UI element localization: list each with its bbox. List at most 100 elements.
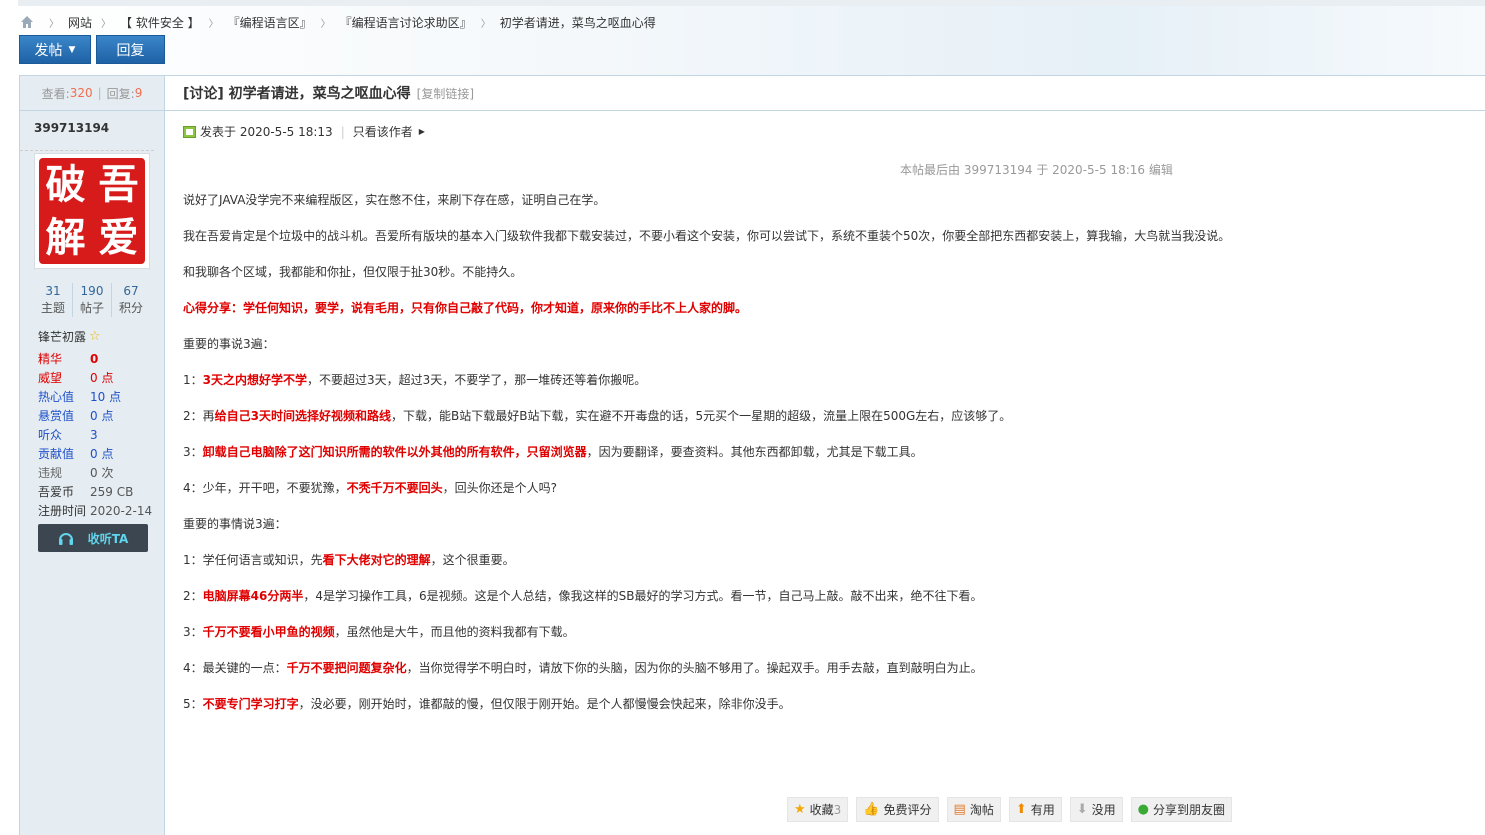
caret-down-icon: ▼: [68, 44, 76, 55]
follow-button[interactable]: 收听TA: [38, 524, 148, 552]
breadcrumb-item-discussion[interactable]: 『编程语言讨论求助区』: [340, 14, 472, 31]
favorite-button[interactable]: ★ 收藏 3: [787, 797, 849, 822]
breadcrumb-item-software-security[interactable]: 【 软件安全 】: [120, 14, 200, 31]
count-label: 帖子: [79, 301, 104, 315]
post-paragraph: 心得分享：学任何知识，要学，说有毛用，只有你自己敲了代码，你才知道，原来你的手比…: [183, 297, 1473, 333]
useful-button[interactable]: ⬆ 有用: [1008, 797, 1062, 822]
useless-button[interactable]: ⬇ 没用: [1069, 797, 1123, 822]
breadcrumb-item-current: 初学者请进，菜鸟之呕血心得: [499, 15, 656, 30]
copy-link-button[interactable]: [复制链接]: [417, 85, 474, 102]
post-paragraph: 5：不要专门学习打字，没必要，刚开始时，谁都敲的慢，但仅限于刚开始。是个人都慢慢…: [183, 693, 1473, 729]
edited-note: 本帖最后由 399713194 于 2020-5-5 18:16 编辑: [900, 163, 1173, 177]
post-paragraph: 4：少年，开干吧，不要犹豫，不秃千万不要回头，回头你还是个人吗?: [183, 477, 1473, 513]
breadcrumb-separator-icon: 〉: [49, 18, 59, 30]
post-text: 重要的事说3遍：: [183, 337, 275, 351]
post-text: 5：: [183, 697, 203, 711]
post-paragraph: 3：卸载自己电脑除了这门知识所需的软件以外其他的所有软件，只留浏览器，因为要翻译…: [183, 441, 1473, 477]
tao-button[interactable]: ▤ 淘帖: [946, 797, 1001, 822]
post-paragraph: 1：学任何语言或知识，先看下大佬对它的理解，这个很重要。: [183, 549, 1473, 585]
property-key: 违规: [38, 466, 63, 480]
user-property-row: 注册时间 2020-2-14: [38, 501, 152, 520]
only-author-link[interactable]: 只看该作者: [353, 123, 413, 140]
highlight-text: 3天之内想好学不学: [202, 373, 307, 387]
post-content: [讨论] 初学者请进，菜鸟之呕血心得 [复制链接] 发表于 2020-5-5 1…: [165, 75, 1485, 835]
post-paragraph: 说好了JAVA没学完不来编程版区，实在憋不住，来刷下存在感，证明自己在学。: [183, 189, 1473, 225]
count-label: 积分: [118, 301, 143, 315]
home-icon[interactable]: [20, 15, 34, 29]
user-property-row: 贡献值 0 点: [38, 444, 152, 463]
reply-label: 回复: [116, 42, 145, 59]
avatar-char: 破: [45, 160, 86, 208]
property-value: 259 CB: [90, 484, 134, 499]
post-paragraph: 2：电脑屏幕46分两半，4是学习操作工具，6是视频。这是个人总结，像我这样的SB…: [183, 585, 1473, 621]
property-value: 0 点: [90, 447, 114, 461]
author-username[interactable]: 399713194: [20, 111, 154, 151]
avatar-char: 吾: [98, 160, 139, 208]
highlight-text: 看下大佬对它的理解: [322, 553, 431, 567]
author-counts: 31 主题 190 帖子 67 积分: [34, 283, 150, 317]
count-value: 190: [80, 284, 104, 298]
share-label: 分享到朋友圈: [1153, 803, 1226, 817]
posted-time: 发表于 2020-5-5 18:13: [200, 125, 333, 139]
post-text: 1：学任何语言或知识，先: [183, 553, 323, 567]
tao-label: 淘帖: [969, 803, 994, 817]
rank-label: 锋芒初露: [38, 330, 87, 344]
post-text: 1：: [183, 373, 203, 387]
post-text: ，不要超过3天，超过3天，不要学了，那一堆砖还等着你搬呢。: [307, 373, 647, 387]
count-posts[interactable]: 190 帖子: [73, 283, 112, 317]
rate-button[interactable]: 👍 免费评分: [856, 797, 939, 822]
count-points[interactable]: 67 积分: [112, 283, 150, 317]
useless-label: 没用: [1091, 803, 1116, 817]
property-key: 热心值: [38, 390, 75, 404]
breadcrumb-item-site[interactable]: 网站: [68, 14, 92, 31]
highlight-text: 不秃千万不要回头: [346, 481, 443, 495]
post-text: 重要的事情说3遍：: [183, 517, 287, 531]
highlight-text: 千万不要看小甲鱼的视频: [202, 625, 335, 639]
useful-label: 有用: [1030, 803, 1055, 817]
post-text: ，回头你还是个人吗?: [442, 481, 558, 495]
rate-label: 免费评分: [883, 803, 932, 817]
post-paragraph: 和我聊各个区域，我都能和你扯，但仅限于扯30秒。不能持久。: [183, 261, 1473, 297]
reply-button[interactable]: 回复: [96, 35, 165, 64]
breadcrumb-separator-icon: 〉: [208, 18, 219, 30]
property-value: 0: [90, 351, 99, 366]
post-paragraph: 3：千万不要看小甲鱼的视频，虽然他是大牛，而且他的资料我都有下载。: [183, 621, 1473, 657]
new-post-button[interactable]: 发帖 ▼: [19, 35, 91, 64]
property-value: 0 点: [90, 409, 114, 423]
top-divider: [18, 0, 1485, 6]
new-post-label: 发帖: [34, 42, 63, 59]
breadcrumb-separator-icon: 〉: [480, 18, 491, 30]
views-label: 查看:: [41, 86, 70, 101]
post-text: 我在吾爱肯定是个垃圾中的战斗机。吾爱所有版块的基本入门级软件我都下载安装过，不要…: [183, 229, 1231, 243]
replies-count: 9: [134, 86, 143, 100]
post-text: 3：: [183, 625, 203, 639]
meta-divider: |: [340, 124, 345, 139]
author-sidebar: 查看: 320 | 回复: 9 399713194 破 吾 解 爱 31 主题 …: [19, 75, 165, 835]
user-property-row: 悬赏值 0 点: [38, 406, 152, 425]
header-background: [0, 0, 1485, 75]
avatar[interactable]: 破 吾 解 爱: [34, 153, 150, 269]
favorite-label: 收藏: [809, 803, 834, 817]
post-paragraph: 我在吾爱肯定是个垃圾中的战斗机。吾爱所有版块的基本入门级软件我都下载安装过，不要…: [183, 225, 1473, 261]
user-properties: 精华 0 威望 0 点热心值 10 点悬赏值 0 点听众 3 贡献值 0 点违规 0 次吾爱币 25…: [38, 349, 152, 520]
wechat-icon: ●: [1137, 802, 1150, 817]
user-rank: 锋芒初露 ☆: [38, 328, 101, 345]
thumb-icon: 👍: [863, 802, 880, 817]
user-property-row: 威望 0 点: [38, 368, 152, 387]
breadcrumb-separator-icon: 〉: [101, 18, 112, 30]
share-button[interactable]: ● 分享到朋友圈: [1130, 797, 1233, 822]
post-text: 3：: [183, 445, 203, 459]
breadcrumb-separator-icon: 〉: [320, 18, 331, 30]
breadcrumb-item-programming[interactable]: 『编程语言区』: [228, 14, 312, 31]
user-property-row: 热心值 10 点: [38, 387, 152, 406]
post-text: ，当你觉得学不明白时，请放下你的头脑，因为你的头脑不够用了。操起双手。用手去敲，…: [406, 661, 983, 675]
stats-divider: |: [97, 86, 102, 100]
arrow-up-icon: ⬆: [1015, 802, 1027, 817]
user-property-row: 听众 3: [38, 425, 152, 444]
post-text: ，这个很重要。: [430, 553, 515, 567]
star-icon: ★: [794, 802, 806, 817]
count-value: 67: [123, 284, 139, 298]
property-key: 注册时间: [38, 504, 87, 518]
post-paragraph: 重要的事情说3遍：: [183, 513, 1473, 549]
count-topics[interactable]: 31 主题: [34, 283, 73, 317]
